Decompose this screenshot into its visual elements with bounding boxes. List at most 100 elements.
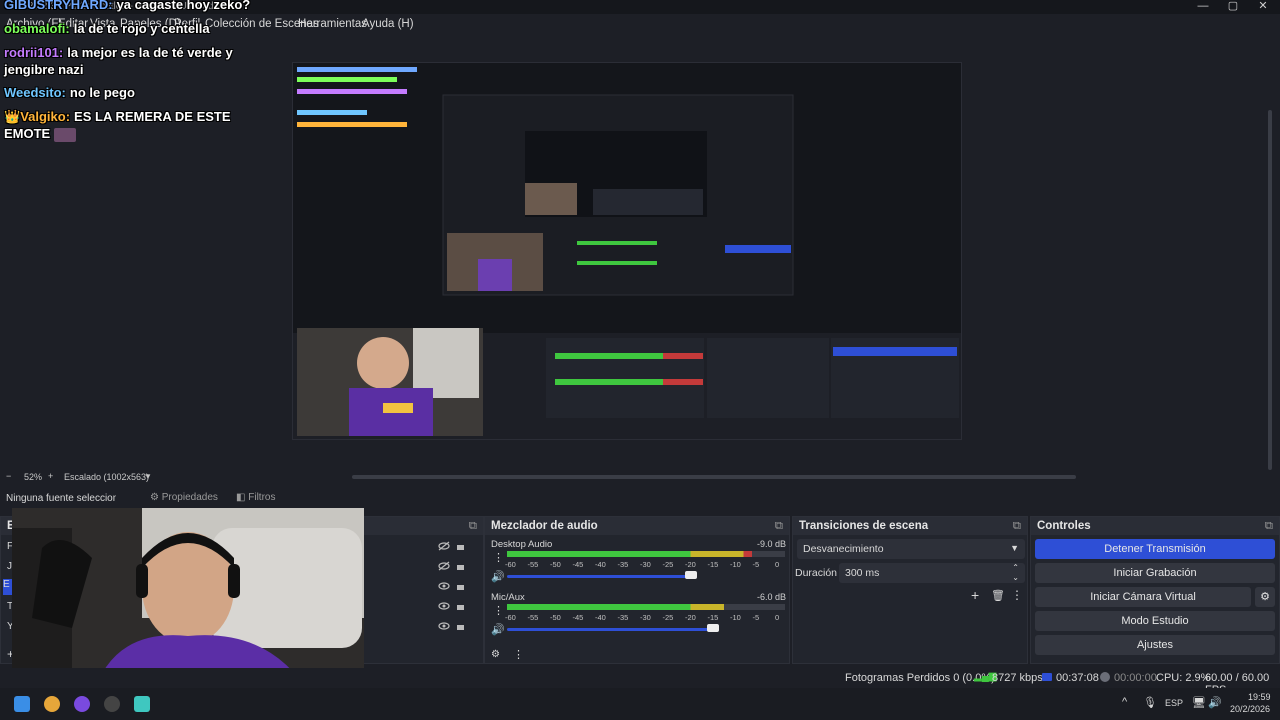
mic-aux-volume-handle[interactable] xyxy=(707,624,719,632)
transition-menu-icon[interactable]: ⋮ xyxy=(1011,588,1023,602)
kebab-menu-icon[interactable]: ⋮ xyxy=(493,604,504,617)
audio-mixer-dock: Mezclador de audio ⧉ Desktop Audio -9.0 … xyxy=(484,516,790,664)
chat-user: obamalofi: xyxy=(4,21,70,36)
spin-up-icon[interactable]: ⌃ xyxy=(1012,563,1019,572)
preview-canvas[interactable] xyxy=(292,62,962,440)
menu-ayuda[interactable]: Ayuda (H) xyxy=(362,18,414,30)
emote-icon xyxy=(53,127,76,142)
obs-icon[interactable] xyxy=(104,696,120,712)
clock-date[interactable]: 20/2/2026 xyxy=(1226,704,1270,714)
stop-streaming-button[interactable]: Detener Transmisión xyxy=(1035,539,1275,559)
source-toolbar: Ninguna fuente seleccionada ⚙ Propiedade… xyxy=(0,490,290,508)
desktop-audio-volume-slider[interactable] xyxy=(507,575,697,578)
meter-scale-label: -50 xyxy=(550,613,561,622)
scaling-dropdown-icon[interactable]: ▼ xyxy=(144,472,152,481)
source-icons[interactable] xyxy=(437,537,469,645)
maximize-button[interactable]: ▢ xyxy=(1218,0,1248,14)
chat-message: 👑Valgiko: ES LA REMERA DE ESTE EMOTE xyxy=(4,108,234,142)
app-icon[interactable] xyxy=(74,696,90,712)
meter-scale-label: -45 xyxy=(572,560,584,569)
close-button[interactable]: ✕ xyxy=(1248,0,1278,14)
mic-aux-scale: -60 -55 -50 -45 -40 -35 -30 -25 -20 -15 -10 -5 0 xyxy=(505,613,785,623)
meter-scale-label: -15 xyxy=(707,613,719,622)
language-indicator[interactable]: ESP xyxy=(1165,698,1183,708)
speaker-icon[interactable]: 🔊 xyxy=(491,623,505,636)
crown-icon: 👑 xyxy=(4,109,21,124)
chat-text: la de te rojo y centella xyxy=(73,21,210,36)
preview-image xyxy=(293,63,961,439)
start-recording-button[interactable]: Iniciar Grabación xyxy=(1035,563,1275,583)
transitions-header: Transiciones de escena ⧉ xyxy=(793,517,1027,535)
mic-aux-volume-slider[interactable] xyxy=(507,628,717,631)
clock-time[interactable]: 19:59 xyxy=(1248,692,1271,702)
start-virtual-camera-button[interactable]: Iniciar Cámara Virtual xyxy=(1035,587,1251,607)
tray-chevron-icon[interactable]: ^ xyxy=(1122,696,1127,708)
meter-scale-label: -50 xyxy=(550,560,561,569)
meter-scale-label: -30 xyxy=(640,560,651,569)
filters-button[interactable]: ◧ Filtros xyxy=(236,492,275,503)
microphone-icon[interactable]: 🎙 xyxy=(1143,696,1157,709)
kebab-menu-icon[interactable]: ⋮ xyxy=(493,551,504,564)
chat-message: rodrii101: la mejor es la de té verde y j… xyxy=(4,44,234,78)
meter-scale-label: -55 xyxy=(527,613,539,622)
meter-scale-label: -35 xyxy=(617,613,629,622)
app-icon[interactable] xyxy=(134,696,150,712)
desktop-audio-volume-handle[interactable] xyxy=(685,571,697,579)
transitions-title: Transiciones de escena xyxy=(799,520,929,532)
volume-icon[interactable]: 🔊 xyxy=(1208,696,1222,709)
filter-icon: ◧ xyxy=(236,492,246,503)
settings-button[interactable]: Ajustes xyxy=(1035,635,1275,655)
meter-scale-label: -5 xyxy=(752,560,760,569)
chat-user: rodrii101: xyxy=(4,45,64,60)
chat-user: Valgiko: xyxy=(20,109,71,124)
stream-icon xyxy=(1042,673,1052,681)
meter-scale-label: -5 xyxy=(752,613,760,622)
duration-spinbox[interactable]: 300 ms ⌃ ⌄ xyxy=(839,563,1025,583)
minimize-button[interactable]: — xyxy=(1188,0,1218,14)
virtual-camera-settings-button[interactable]: ⚙ xyxy=(1255,587,1275,607)
controls-header: Controles ⧉ xyxy=(1031,517,1279,535)
zoom-in-button[interactable]: + xyxy=(48,471,53,481)
desktop-audio-meter-fill xyxy=(507,551,752,557)
meter-scale-label: -45 xyxy=(572,613,584,622)
studio-mode-button[interactable]: Modo Estudio xyxy=(1035,611,1275,631)
undock-icon[interactable]: ⧉ xyxy=(775,517,783,535)
meter-scale-label: -25 xyxy=(662,560,674,569)
properties-label: Propiedades xyxy=(161,492,218,503)
undock-icon[interactable]: ⧉ xyxy=(1265,517,1273,535)
record-icon xyxy=(1100,672,1110,682)
duration-label: Duración xyxy=(795,567,838,579)
meter-scale-label: -20 xyxy=(685,613,696,622)
transitions-dock: Transiciones de escena ⧉ Desvanecimiento… xyxy=(792,516,1028,664)
undock-icon[interactable]: ⧉ xyxy=(1013,517,1021,535)
add-transition-button[interactable]: + xyxy=(971,587,979,603)
properties-button[interactable]: ⚙ Propiedades xyxy=(150,492,218,503)
zoom-out-button[interactable]: − xyxy=(6,471,11,481)
network-icon[interactable]: 🖥 xyxy=(1192,696,1206,709)
meter-scale-label: -20 xyxy=(685,560,696,569)
meter-scale-label: -40 xyxy=(595,560,606,569)
chat-user: GIBUSTRYHARD: xyxy=(4,0,113,12)
meter-scale-label: 0 xyxy=(775,560,780,569)
controls-dock: Controles ⧉ Detener Transmisión Iniciar … xyxy=(1030,516,1280,664)
vertical-scrollbar[interactable] xyxy=(1268,110,1272,470)
advanced-audio-icon[interactable]: ⚙ xyxy=(491,649,500,660)
meter-scale-label: -10 xyxy=(730,560,741,569)
zoom-percent: 52% xyxy=(24,472,43,482)
chat-message: obamalofi: la de te rojo y centella xyxy=(4,20,284,37)
trash-icon[interactable]: 🗑 xyxy=(991,589,1005,602)
audio-mixer-header: Mezclador de audio ⧉ xyxy=(485,517,789,535)
duration-value: 300 ms xyxy=(845,567,880,579)
desktop-audio-db: -9.0 dB xyxy=(757,539,787,549)
start-icon[interactable] xyxy=(14,696,30,712)
menu-herramientas[interactable]: Herramientas xyxy=(298,18,367,30)
spin-down-icon[interactable]: ⌄ xyxy=(1012,573,1019,582)
horizontal-scrollbar[interactable] xyxy=(352,475,1076,479)
undock-icon[interactable]: ⧉ xyxy=(469,517,477,535)
speaker-icon[interactable]: 🔊 xyxy=(491,570,505,583)
filters-label: Filtros xyxy=(248,492,276,503)
meter-scale-label: -60 xyxy=(505,613,516,622)
mixer-menu-icon[interactable]: ⋮ xyxy=(513,648,524,661)
app-icon[interactable] xyxy=(44,696,60,712)
transition-select[interactable]: Desvanecimiento ▼ xyxy=(797,539,1025,559)
